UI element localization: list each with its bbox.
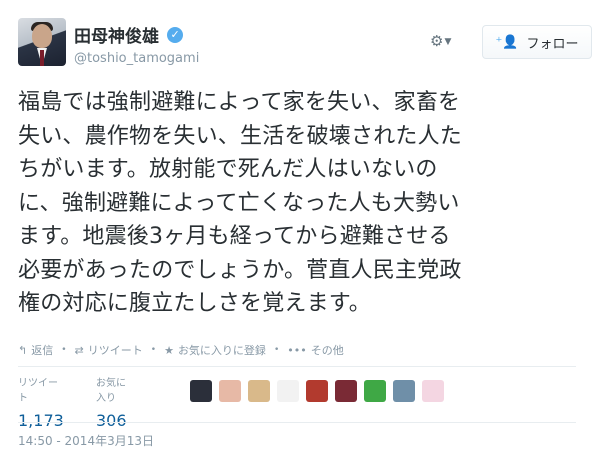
- tweet-line: 権の対応に腹立たしさを覚えます。: [18, 291, 372, 316]
- tweet-header: 田母神俊雄 ✓ @toshio_tamogami ⚙▼ ⁺👤 フォロー: [18, 18, 592, 74]
- follow-button[interactable]: ⁺👤 フォロー: [482, 25, 592, 59]
- more-label: その他: [310, 344, 344, 357]
- action-separator: •: [61, 345, 67, 355]
- favoriter-avatar-7[interactable]: [364, 380, 386, 402]
- more-button[interactable]: ••• その他: [287, 342, 343, 358]
- reply-icon: ↰: [18, 343, 28, 357]
- gear-icon[interactable]: ⚙▼: [430, 32, 460, 52]
- follow-button-label: フォロー: [526, 36, 579, 52]
- verified-badge-icon: ✓: [167, 26, 184, 43]
- favoriter-avatar-4[interactable]: [277, 380, 299, 402]
- star-icon: ★: [164, 343, 174, 357]
- reply-button[interactable]: ↰ 返信: [18, 342, 53, 358]
- divider: [18, 366, 576, 367]
- favorite-count: 306: [96, 411, 127, 430]
- reply-label: 返信: [31, 344, 54, 357]
- favoriter-avatar-6[interactable]: [335, 380, 357, 402]
- favoriter-avatar-3[interactable]: [248, 380, 270, 402]
- display-name[interactable]: 田母神俊雄: [74, 22, 159, 47]
- screen-name[interactable]: @toshio_tamogami: [74, 51, 199, 66]
- divider: [18, 422, 576, 423]
- favorite-stat-label: お気に入り: [96, 378, 126, 404]
- tweet-line: に、強制避難によって亡くなった人も大勢い: [18, 190, 460, 216]
- action-separator: •: [273, 345, 280, 355]
- user-info: 田母神俊雄 ✓ @toshio_tamogami: [74, 22, 199, 66]
- tweet-line: ます。地震後3ヶ月も経ってから避難させる: [18, 224, 451, 249]
- retweet-count: 1,173: [18, 411, 64, 430]
- tweet-line: 必要があったのでしょうか。菅直人民主党政: [18, 257, 462, 283]
- more-icon: •••: [287, 343, 307, 357]
- profile-avatar[interactable]: [18, 18, 66, 66]
- favoriter-avatar-8[interactable]: [393, 380, 415, 402]
- tweet-timestamp[interactable]: 14:50 - 2014年3月13日: [18, 432, 154, 449]
- tweet-line: 失い、農作物を失い、生活を破壊された人た: [18, 123, 463, 149]
- tweet-line: ちがいます。放射能で死んだ人はいないの: [18, 157, 438, 182]
- retweet-stat-label: リツイート: [18, 378, 58, 404]
- retweet-icon: ⇄: [74, 343, 84, 357]
- tweet-actions: ↰ 返信 • ⇄ リツイート • ★ お気に入りに登録 • ••• その他: [18, 342, 352, 358]
- retweet-label: リツイート: [87, 344, 143, 357]
- favoriter-avatar-9[interactable]: [422, 380, 444, 402]
- action-separator: •: [150, 345, 157, 355]
- favoriter-avatar-2[interactable]: [219, 380, 241, 402]
- favoriter-avatar-1[interactable]: [190, 380, 212, 402]
- favoriter-avatars: [190, 380, 451, 402]
- add-user-icon: ⁺👤: [495, 34, 519, 50]
- tweet-text: 福島では強制避難によって家を失い、家畜を 失い、農作物を失い、生活を破壊された人…: [18, 86, 584, 321]
- favorite-button[interactable]: ★ お気に入りに登録: [164, 342, 266, 358]
- favorite-label: お気に入りに登録: [177, 344, 266, 357]
- retweet-button[interactable]: ⇄ リツイート: [75, 342, 143, 358]
- favoriter-avatar-5[interactable]: [306, 380, 328, 402]
- tweet-line: 福島では強制避難によって家を失い、家畜を: [18, 90, 461, 115]
